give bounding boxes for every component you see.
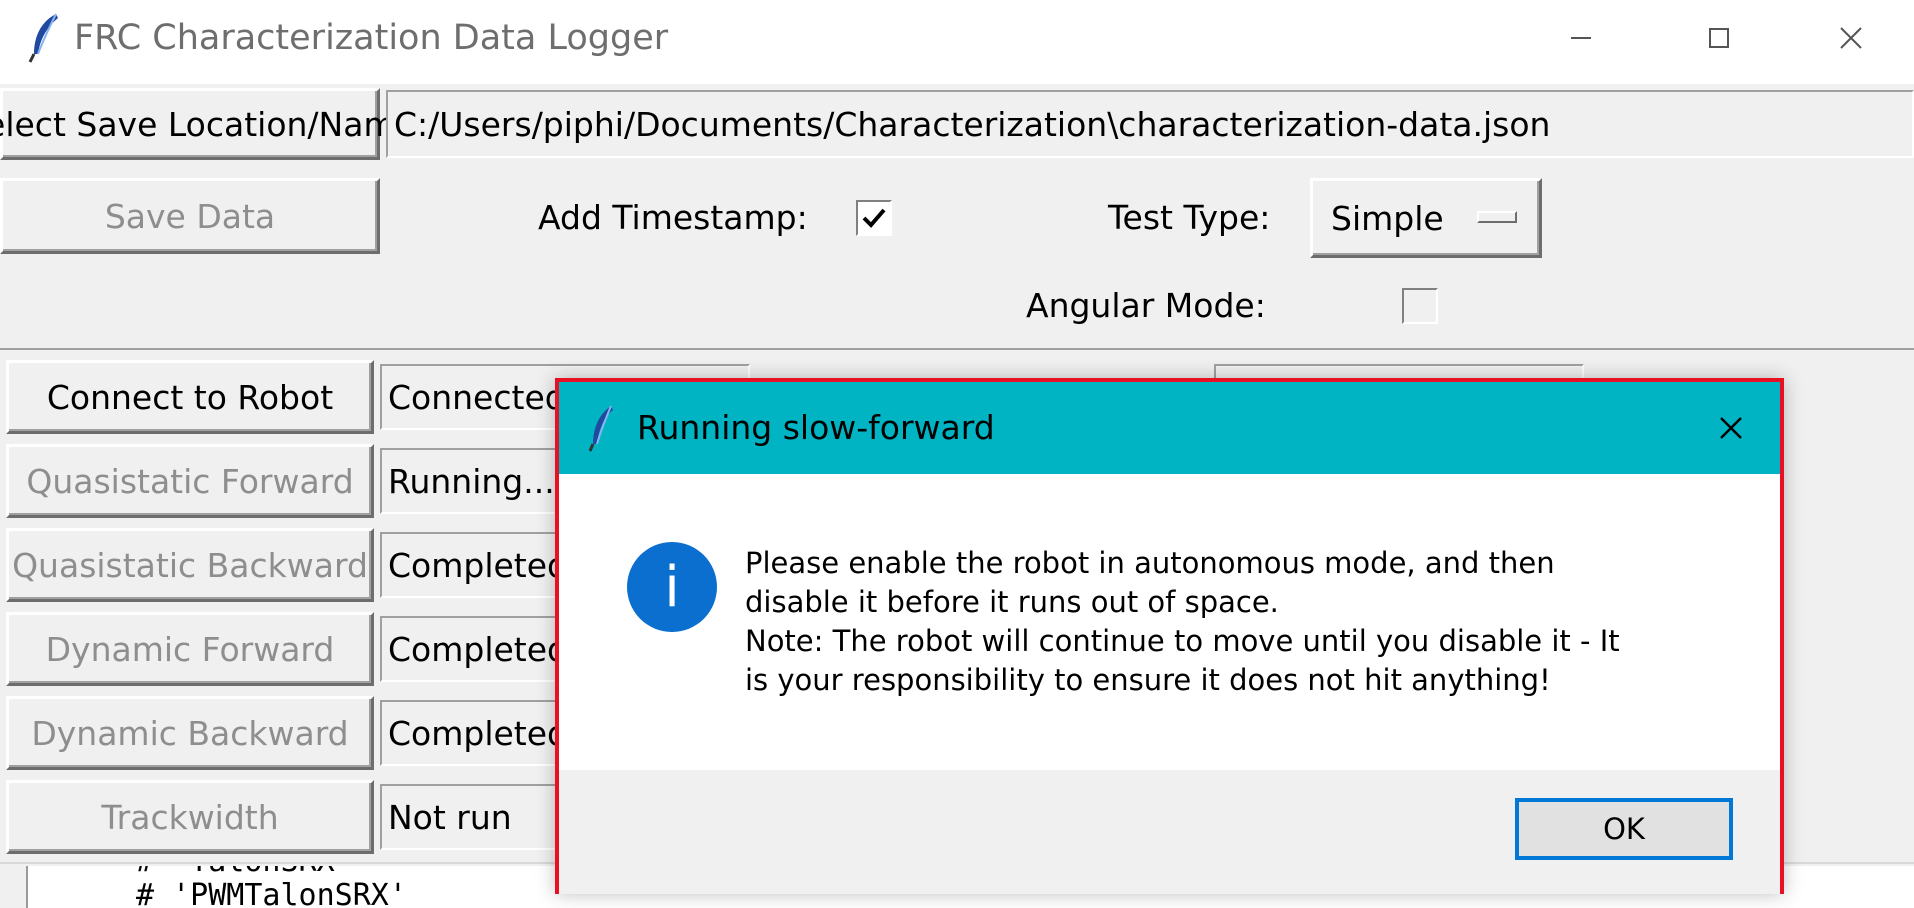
message-line: is your responsibility to ensure it does… <box>745 663 1551 697</box>
feather-icon <box>28 13 58 63</box>
dialog-close-icon[interactable] <box>1711 408 1751 448</box>
message-line: disable it before it runs out of space. <box>745 585 1279 619</box>
maximize-icon <box>1709 28 1729 48</box>
quasistatic-forward-button[interactable]: Quasistatic Forward <box>6 444 374 518</box>
ok-button-label: OK <box>1603 812 1645 846</box>
dialog-message: Please enable the robot in autonomous mo… <box>745 544 1725 700</box>
save-data-label: Save Data <box>104 196 276 236</box>
minimize-button[interactable] <box>1512 0 1650 76</box>
dynamic-forward-button[interactable]: Dynamic Forward <box>6 612 374 686</box>
test-status-value: Running... <box>388 461 555 501</box>
window-title: FRC Characterization Data Logger <box>74 18 669 58</box>
message-dialog: Running slow-forward i Please enable the… <box>555 378 1784 894</box>
section-divider <box>0 348 1914 350</box>
app-window: FRC Characterization Data Logger Select … <box>0 0 1914 908</box>
text-line: # 'PWMTalonSRX' <box>136 878 407 908</box>
add-timestamp-checkbox[interactable] <box>856 200 892 236</box>
test-button-label: Quasistatic Forward <box>26 461 354 501</box>
add-timestamp-label: Add Timestamp: <box>538 198 808 237</box>
test-button-label: Dynamic Forward <box>45 629 335 669</box>
save-path-value: C:/Users/piphi/Documents/Characterizatio… <box>394 104 1551 144</box>
test-type-select[interactable]: Simple <box>1310 178 1542 258</box>
trackwidth-button[interactable]: Trackwidth <box>6 780 374 854</box>
select-save-location-label: Select Save Location/Name <box>0 104 416 144</box>
title-bar[interactable]: FRC Characterization Data Logger <box>0 0 1914 84</box>
close-button[interactable] <box>1788 0 1914 76</box>
select-save-location-button[interactable]: Select Save Location/Name <box>0 88 416 160</box>
test-button-label: Dynamic Backward <box>31 713 349 753</box>
dynamic-backward-button[interactable]: Dynamic Backward <box>6 696 374 770</box>
test-type-label: Test Type: <box>1108 198 1271 237</box>
maximize-button[interactable] <box>1650 0 1788 76</box>
test-status-value: Completed <box>388 545 568 585</box>
minimize-icon <box>1571 37 1591 39</box>
message-line: Note: The robot will continue to move un… <box>745 624 1620 658</box>
ok-button[interactable]: OK <box>1515 798 1733 860</box>
angular-mode-label: Angular Mode: <box>1026 286 1266 325</box>
test-status-value: Completed <box>388 713 568 753</box>
test-button-label: Connect to Robot <box>46 377 334 417</box>
dialog-title-bar[interactable]: Running slow-forward <box>559 382 1780 474</box>
test-type-value: Simple <box>1331 198 1444 238</box>
test-button-label: Quasistatic Backward <box>12 545 368 585</box>
save-path-field[interactable]: C:/Users/piphi/Documents/Characterizatio… <box>386 90 1914 158</box>
test-status-value: Connected <box>388 377 566 417</box>
checkmark-icon <box>862 208 886 228</box>
info-icon: i <box>627 542 717 632</box>
test-button-label: Trackwidth <box>101 797 279 837</box>
close-icon <box>1840 27 1862 49</box>
angular-mode-checkbox[interactable] <box>1402 288 1438 324</box>
feather-icon <box>589 405 613 452</box>
option-menu-indicator-icon <box>1477 211 1517 223</box>
message-line: Please enable the robot in autonomous mo… <box>745 546 1555 580</box>
connect-to-robot-button[interactable]: Connect to Robot <box>6 360 374 434</box>
test-status-value: Completed <box>388 629 568 669</box>
dialog-title: Running slow-forward <box>637 408 995 447</box>
test-status-value: Not run <box>388 797 512 837</box>
quasistatic-backward-button[interactable]: Quasistatic Backward <box>6 528 374 602</box>
save-data-button[interactable]: Save Data <box>0 178 380 254</box>
